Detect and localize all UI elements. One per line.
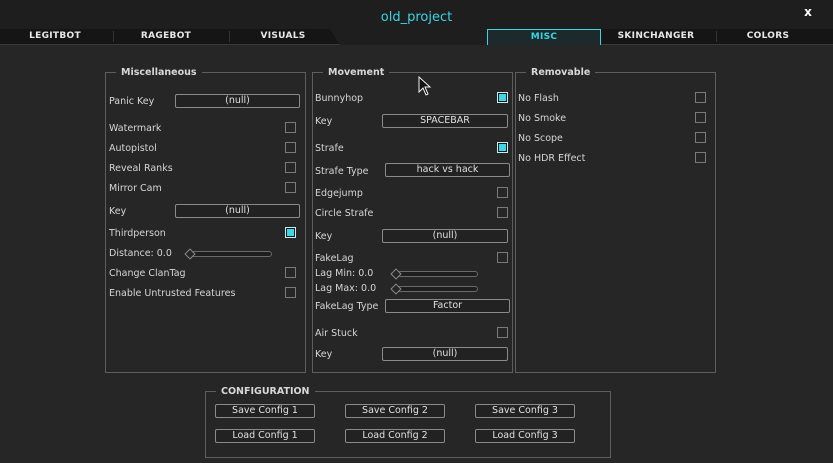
thirdperson-checkbox[interactable] (285, 227, 296, 238)
air-stuck-checkbox[interactable] (497, 327, 508, 338)
reveal-ranks-checkbox[interactable] (285, 162, 296, 173)
thirdperson-key-field[interactable]: (null) (175, 204, 300, 218)
group-title: Miscellaneous (116, 66, 202, 79)
air-stuck-label: Air Stuck (315, 328, 358, 339)
bunnyhop-label: Bunnyhop (315, 93, 364, 104)
mirror-cam-label: Mirror Cam (109, 183, 162, 194)
no-scope-label: No Scope (518, 133, 563, 144)
key-label: Key (109, 206, 127, 217)
strafe-label: Strafe (315, 143, 344, 154)
change-clantag-checkbox[interactable] (285, 267, 296, 278)
mirror-cam-checkbox[interactable] (285, 182, 296, 193)
bunnyhop-key-field[interactable]: SPACEBAR (382, 114, 508, 128)
load-config-3-button[interactable]: Load Config 3 (475, 429, 575, 443)
close-icon[interactable]: x (799, 4, 817, 20)
fakelag-type-label: FakeLag Type (315, 301, 379, 312)
group-configuration: CONFIGURATION (205, 385, 611, 458)
edgejump-checkbox[interactable] (497, 187, 508, 198)
untrusted-features-label: Enable Untrusted Features (109, 288, 236, 299)
circle-strafe-checkbox[interactable] (497, 207, 508, 218)
lag-max-label: Lag Max: 0.0 (315, 283, 377, 294)
save-config-3-button[interactable]: Save Config 3 (475, 404, 575, 418)
thirdperson-label: Thirdperson (109, 228, 166, 239)
lag-max-slider[interactable] (390, 283, 478, 295)
panic-key-field[interactable]: (null) (175, 94, 300, 108)
key-label: Key (315, 349, 333, 360)
group-title: Removable (526, 66, 596, 79)
watermark-label: Watermark (109, 123, 162, 134)
lag-min-label: Lag Min: 0.0 (315, 268, 374, 279)
window-title: old_project (380, 10, 453, 25)
strafe-type-label: Strafe Type (315, 166, 369, 177)
no-flash-label: No Flash (518, 93, 559, 104)
key-label: Key (315, 116, 333, 127)
tab-legitbot[interactable]: LEGITBOT (0, 29, 110, 44)
save-config-2-button[interactable]: Save Config 2 (345, 404, 445, 418)
no-smoke-label: No Smoke (518, 113, 567, 124)
tab-ragebot[interactable]: RAGEBOT (111, 29, 221, 44)
group-miscellaneous: Miscellaneous (105, 66, 306, 373)
circle-strafe-label: Circle Strafe (315, 208, 374, 219)
arrow-cursor-icon (418, 76, 432, 96)
save-config-1-button[interactable]: Save Config 1 (215, 404, 315, 418)
fakelag-label: FakeLag (315, 253, 354, 264)
lag-min-slider[interactable] (390, 268, 478, 280)
no-flash-checkbox[interactable] (695, 92, 706, 103)
untrusted-features-checkbox[interactable] (285, 287, 296, 298)
load-config-1-button[interactable]: Load Config 1 (215, 429, 315, 443)
air-stuck-key-field[interactable]: (null) (382, 347, 508, 361)
strafe-type-dropdown[interactable]: hack vs hack (385, 163, 510, 177)
fakelag-checkbox[interactable] (497, 252, 508, 263)
circle-strafe-key-field[interactable]: (null) (382, 229, 508, 243)
load-config-2-button[interactable]: Load Config 2 (345, 429, 445, 443)
bunnyhop-checkbox[interactable] (497, 92, 508, 103)
group-title: CONFIGURATION (216, 385, 315, 398)
key-label: Key (315, 231, 333, 242)
autopistol-checkbox[interactable] (285, 142, 296, 153)
no-smoke-checkbox[interactable] (695, 112, 706, 123)
tab-divider-notch (330, 29, 490, 45)
change-clantag-label: Change ClanTag (109, 268, 186, 279)
distance-slider[interactable] (184, 248, 272, 260)
no-scope-checkbox[interactable] (695, 132, 706, 143)
group-title: Movement (323, 66, 390, 79)
tab-colors[interactable]: COLORS (713, 29, 823, 44)
tab-skinchanger[interactable]: SKINCHANGER (601, 29, 711, 44)
tab-misc[interactable]: MISC (487, 29, 601, 45)
edgejump-label: Edgejump (315, 188, 363, 199)
tab-visuals[interactable]: VISUALS (228, 29, 338, 44)
fakelag-type-dropdown[interactable]: Factor (385, 299, 510, 313)
watermark-checkbox[interactable] (285, 122, 296, 133)
strafe-checkbox[interactable] (497, 142, 508, 153)
no-hdr-effect-label: No HDR Effect (518, 153, 586, 164)
autopistol-label: Autopistol (109, 143, 157, 154)
no-hdr-effect-checkbox[interactable] (695, 152, 706, 163)
distance-label: Distance: 0.0 (109, 248, 172, 259)
panic-key-label: Panic Key (109, 96, 155, 107)
reveal-ranks-label: Reveal Ranks (109, 163, 173, 174)
